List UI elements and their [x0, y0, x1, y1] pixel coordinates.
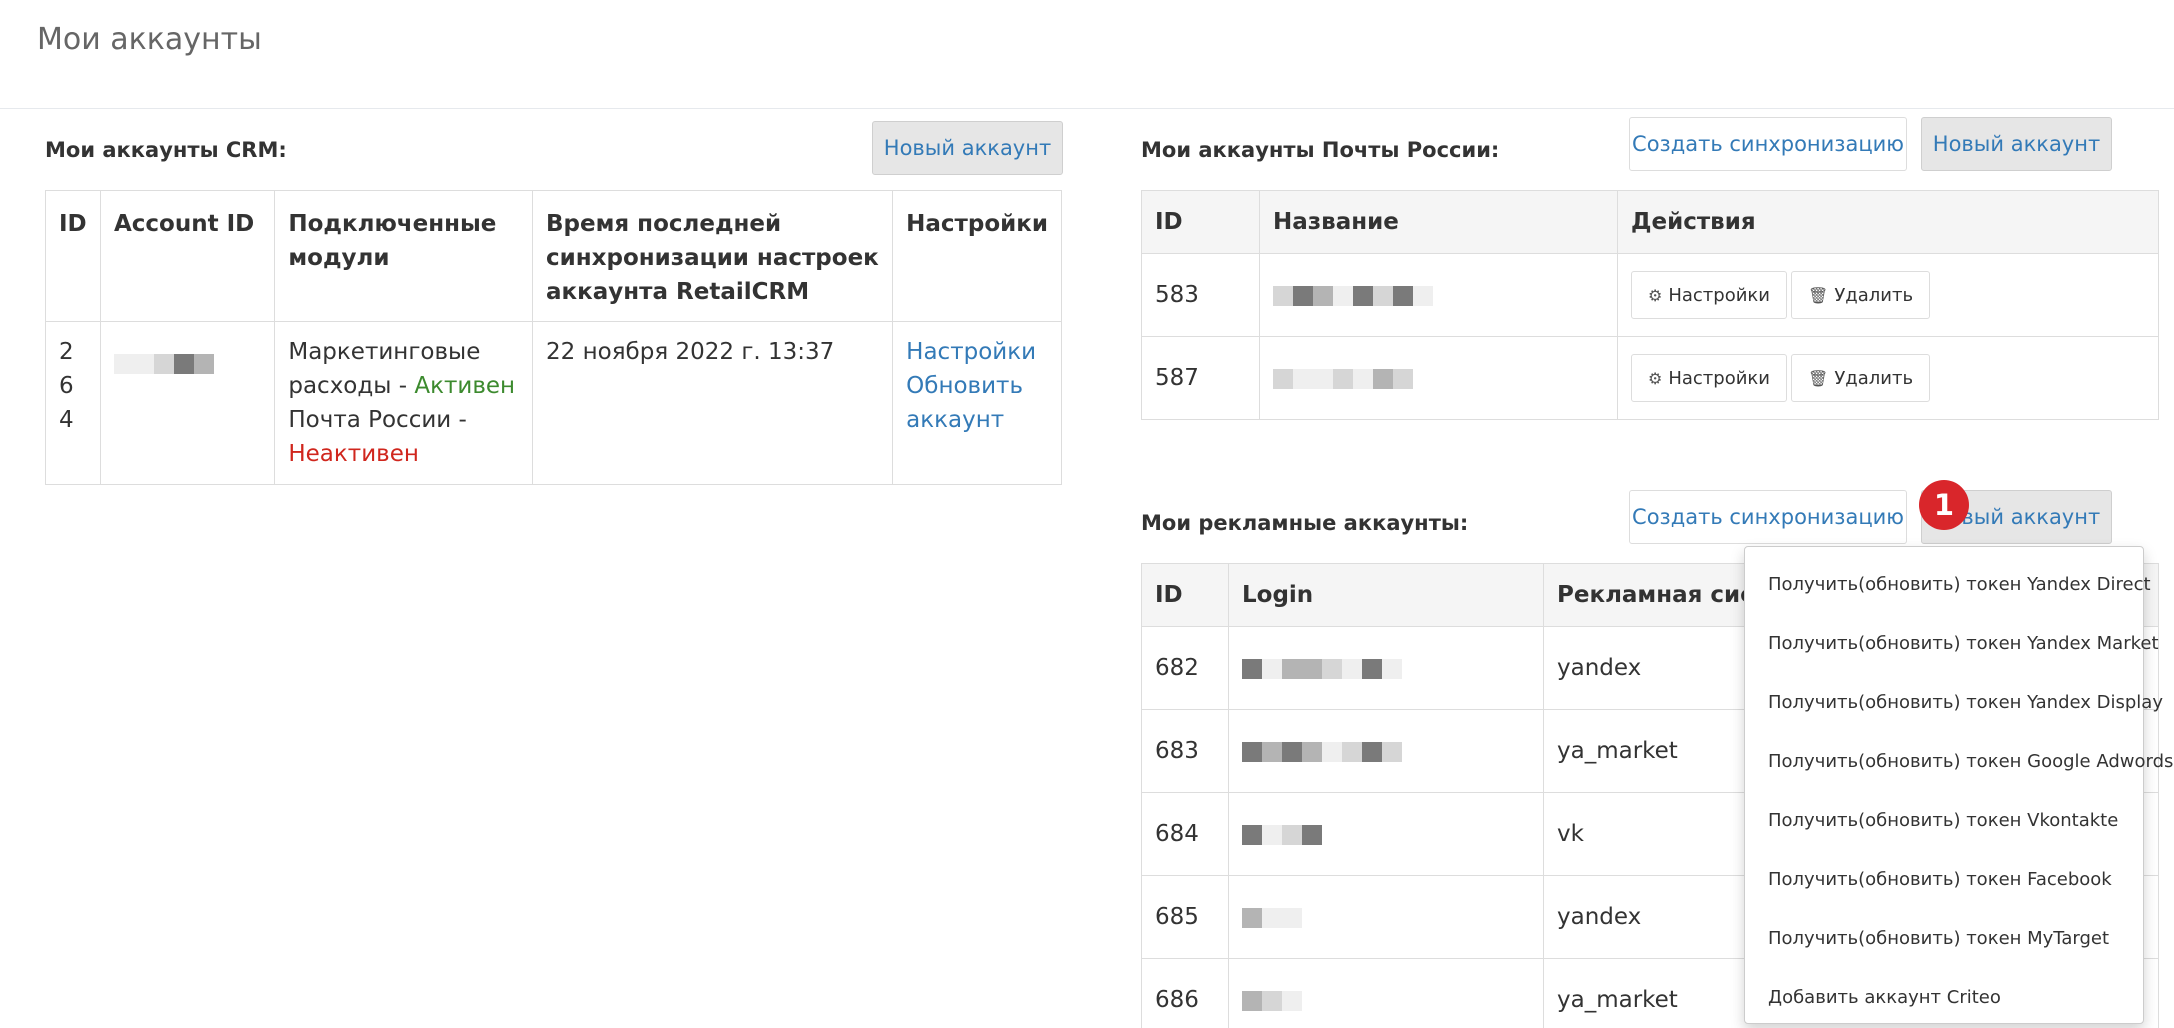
column-header: Время последней синхронизации настроек а… — [532, 190, 894, 322]
table-row: 587 ⚙ Настройки 🗑 Удалить — [1141, 336, 2159, 420]
menu-item-yandex-direct[interactable]: Получить(обновить) токен Yandex Direct — [1745, 555, 2151, 614]
menu-item-yandex-market[interactable]: Получить(обновить) токен Yandex Market — [1745, 614, 2159, 673]
settings-button[interactable]: ⚙ Настройки — [1631, 354, 1787, 402]
module-post: Почта России - Неактивен — [288, 407, 467, 467]
page-header: Мои аккаунты — [0, 0, 2174, 109]
column-header: ID — [1141, 190, 1260, 254]
column-header: Название — [1259, 190, 1618, 254]
status-active: Активен — [414, 373, 516, 399]
update-account-link[interactable]: Обновить аккаунт — [906, 369, 1048, 437]
redacted-login — [1228, 792, 1544, 876]
delete-button[interactable]: 🗑 Удалить — [1791, 354, 1931, 402]
redacted-login — [1228, 626, 1544, 710]
menu-item-criteo[interactable]: Добавить аккаунт Criteo — [1745, 968, 2143, 1027]
new-account-dropdown-menu: Получить(обновить) токен Yandex Direct П… — [1744, 546, 2173, 1027]
row-id: 587 — [1141, 336, 1260, 420]
redacted-login — [1228, 709, 1544, 793]
crm-section-label: Мои аккаунты CRM: — [45, 138, 287, 162]
redacted-login — [1228, 875, 1544, 959]
table-row: 583 ⚙ Настройки 🗑 Удалить — [1141, 253, 2159, 337]
post-section-label: Мои аккаунты Почты России: — [1141, 138, 1500, 162]
crm-accounts-table: ID Account ID Подключенные модули Время … — [45, 190, 1062, 485]
menu-item-facebook[interactable]: Получить(обновить) токен Facebook — [1745, 850, 2143, 909]
column-header: ID — [45, 190, 101, 322]
redacted-name — [1259, 253, 1618, 337]
table-row: 264 Маркетинговые расходы - Активен Почт… — [45, 321, 1062, 485]
column-header: Account ID — [99, 190, 276, 322]
column-header: Действия — [1617, 190, 2159, 254]
post-create-sync-button[interactable]: Создать синхронизацию — [1629, 117, 1907, 171]
post-accounts-table: ID Название Действия 583 ⚙ Настройки 🗑 Удал… — [1141, 190, 2159, 420]
modules-cell: Маркетинговые расходы - Активен Почта Ро… — [274, 321, 534, 485]
account-id-cell: 264 — [45, 321, 101, 485]
row-id: 684 — [1141, 792, 1229, 876]
gears-icon: ⚙ — [1648, 285, 1663, 305]
settings-cell: Настройки Обновить аккаунт — [892, 321, 1062, 485]
row-id: 583 — [1141, 253, 1260, 337]
trash-icon: 🗑 — [1808, 368, 1829, 388]
page-title: Мои аккаунты — [37, 22, 262, 57]
row-id: 683 — [1141, 709, 1229, 793]
column-header: Login — [1228, 563, 1544, 627]
crm-new-account-button[interactable]: Новый аккаунт — [872, 121, 1063, 175]
menu-item-google-adwords[interactable]: Получить(обновить) токен Google Adwords — [1745, 732, 2173, 791]
settings-button[interactable]: ⚙ Настройки — [1631, 271, 1787, 319]
menu-item-mytarget[interactable]: Получить(обновить) токен MyTarget — [1745, 909, 2143, 968]
row-id: 682 — [1141, 626, 1229, 710]
column-header: Настройки — [892, 190, 1062, 322]
actions-cell: ⚙ Настройки 🗑 Удалить — [1617, 336, 2159, 420]
row-id: 686 — [1141, 958, 1229, 1028]
gears-icon: ⚙ — [1648, 368, 1663, 388]
status-inactive: Неактивен — [288, 441, 419, 467]
menu-item-yandex-display[interactable]: Получить(обновить) токен Yandex Display — [1745, 673, 2163, 732]
menu-item-vkontakte[interactable]: Получить(обновить) токен Vkontakte — [1745, 791, 2143, 850]
module-marketing: Маркетинговые расходы - Активен — [288, 339, 516, 399]
redacted-login — [1228, 958, 1544, 1028]
redacted-name — [1259, 336, 1618, 420]
ads-section-label: Мои рекламные аккаунты: — [1141, 511, 1469, 535]
actions-cell: ⚙ Настройки 🗑 Удалить — [1617, 253, 2159, 337]
sync-time-cell: 22 ноября 2022 г. 13:37 — [532, 321, 894, 485]
settings-link[interactable]: Настройки — [906, 335, 1048, 369]
trash-icon: 🗑 — [1808, 285, 1829, 305]
column-header: Подключенные модули — [274, 190, 534, 322]
delete-button[interactable]: 🗑 Удалить — [1791, 271, 1931, 319]
post-new-account-button[interactable]: Новый аккаунт — [1921, 117, 2112, 171]
annotation-badge: 1 — [1919, 480, 1969, 530]
column-header: ID — [1141, 563, 1229, 627]
row-id: 685 — [1141, 875, 1229, 959]
ads-create-sync-button[interactable]: Создать синхронизацию — [1629, 490, 1907, 544]
redacted-account-id — [99, 321, 276, 485]
